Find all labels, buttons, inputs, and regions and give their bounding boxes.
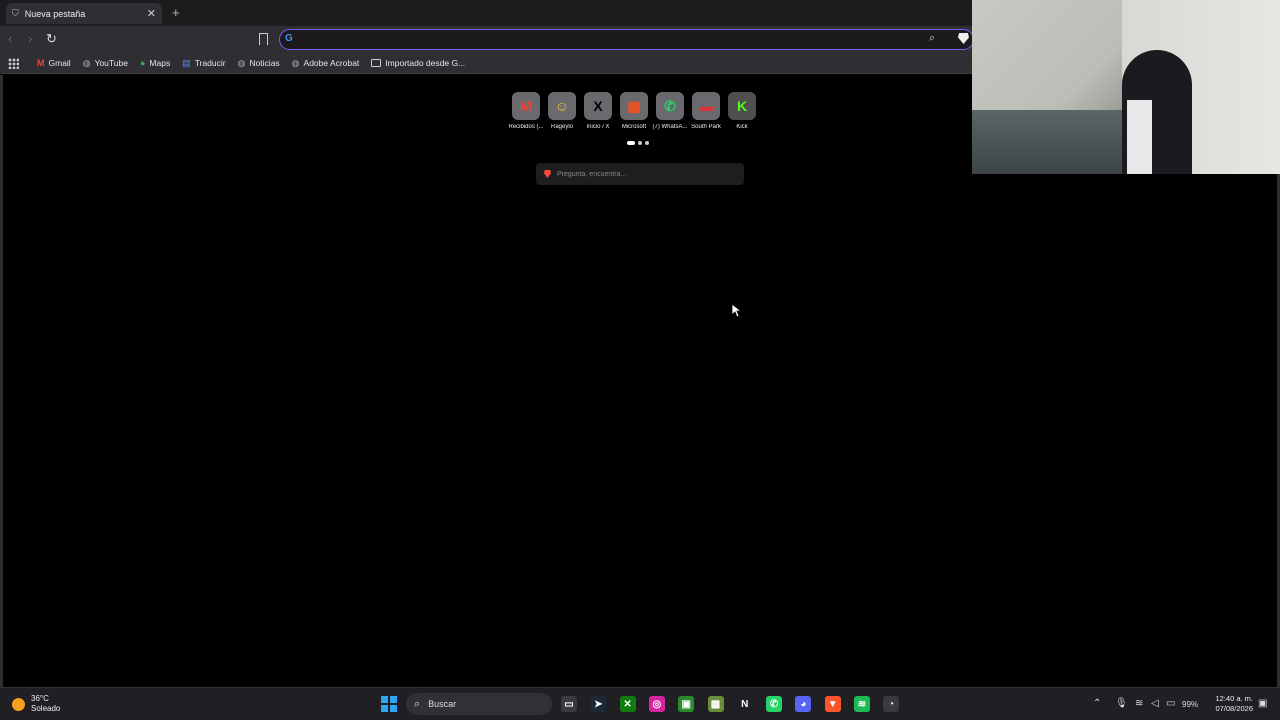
- system-clock[interactable]: 12:40 a. m. 07/08/2026: [1205, 694, 1253, 714]
- windows-taskbar: [0, 687, 1280, 720]
- tab-nueva-pestana[interactable]: ⛉ Nueva pestaña ✕: [6, 3, 162, 24]
- xbox-app-icon[interactable]: ▣: [678, 696, 695, 712]
- top-site-icon: X: [584, 92, 612, 120]
- weather-desc: Soleado: [31, 704, 61, 713]
- search-placeholder: Pregunta, encuentra...: [557, 170, 627, 178]
- sun-icon: [12, 697, 25, 711]
- brave-icon[interactable]: ▼: [824, 696, 841, 712]
- top-site-label: Inicio / X: [586, 124, 610, 130]
- bookmark-adobe-acrobat[interactable]: ◍ Adobe Acrobat: [292, 58, 360, 69]
- top-site-icon: ▦: [620, 92, 648, 120]
- windows-start-icon[interactable]: [381, 696, 397, 712]
- clock-date: 07/08/2026: [1215, 704, 1253, 713]
- discord-icon[interactable]: ◕: [795, 696, 812, 712]
- top-sites: M Recibidos (... ☺ Rageylo X Inicio / X ▦ Micro…: [508, 92, 756, 130]
- search-icon: ⌕: [414, 697, 421, 710]
- top-site-tile[interactable]: K Kick: [728, 92, 756, 130]
- bookmark-youtube[interactable]: ◍ YouTube: [83, 58, 128, 69]
- weather-temp: 36°C: [31, 694, 49, 703]
- mouse-cursor-icon: [731, 303, 743, 323]
- wifi-icon[interactable]: ≋: [1135, 698, 1143, 709]
- chevron-up-icon[interactable]: ⌃: [1093, 698, 1101, 709]
- bookmark-icon[interactable]: [259, 33, 268, 45]
- netflix-icon[interactable]: N: [736, 696, 753, 712]
- top-site-label: Microsoft: [621, 124, 647, 130]
- chrome-icon[interactable]: ◔: [883, 696, 900, 712]
- reload-button[interactable]: ↻: [46, 31, 57, 47]
- page-dot-active[interactable]: [627, 141, 635, 145]
- spotify-icon[interactable]: ≋: [854, 696, 870, 712]
- google-icon: G: [285, 33, 293, 44]
- steam-icon[interactable]: ➤: [590, 696, 607, 712]
- battery-icon[interactable]: ▭: [1166, 698, 1175, 709]
- tab-title: Nueva pestaña: [24, 8, 86, 19]
- forward-button[interactable]: ›: [28, 31, 32, 46]
- bookmark-label: Gmail: [48, 58, 71, 68]
- top-site-tile[interactable]: ▦ Microsoft: [620, 92, 648, 130]
- folder-icon: [371, 59, 382, 67]
- top-site-tile[interactable]: ✆ (7) WhatsA...: [652, 92, 688, 130]
- top-site-tile[interactable]: ☺ Rageylo: [548, 92, 576, 130]
- battery-percent: 99%: [1182, 700, 1199, 709]
- clock-time: 12:40 a. m.: [1215, 694, 1253, 703]
- taskbar-search-label: Buscar: [428, 699, 457, 709]
- top-site-tile[interactable]: M Recibidos (...: [508, 92, 544, 130]
- taskbar-search[interactable]: ⌕ Buscar: [406, 693, 552, 715]
- whatsapp-icon[interactable]: ✆: [766, 696, 783, 712]
- bookmark-gmail[interactable]: M Gmail: [37, 58, 71, 68]
- apps-grid-icon[interactable]: [8, 57, 19, 69]
- top-site-icon: ☺: [548, 92, 576, 120]
- webcam-shirt: [1127, 100, 1152, 174]
- microphone-icon[interactable]: 🎙: [1115, 698, 1128, 709]
- top-site-icon: ▬: [692, 92, 720, 120]
- bookmark-label: Noticias: [249, 58, 280, 68]
- new-tab-button[interactable]: +: [172, 5, 180, 20]
- xbox-icon[interactable]: ✕: [619, 696, 636, 712]
- globe-icon: ◍: [82, 57, 91, 68]
- zoom-icon[interactable]: ⌕: [929, 32, 935, 45]
- bookmark-label: Adobe Acrobat: [303, 58, 360, 68]
- top-site-label: Kick: [736, 124, 748, 130]
- bookmark-label: Importado desde G...: [385, 58, 466, 68]
- weather-widget[interactable]: 36°C Soleado: [12, 694, 60, 714]
- translate-icon: ▤: [182, 57, 191, 68]
- bookmark-label: Maps: [149, 58, 171, 68]
- brave-logo-icon: [544, 170, 551, 178]
- top-site-label: (7) WhatsA...: [652, 124, 688, 130]
- maps-icon: ●: [139, 58, 146, 68]
- file-explorer-icon[interactable]: ▭: [561, 696, 577, 712]
- top-site-icon: ✆: [656, 92, 684, 120]
- bookmark-noticias[interactable]: ◍ Noticias: [238, 58, 280, 69]
- top-site-icon: M: [512, 92, 540, 120]
- globe-icon: ◍: [291, 57, 300, 68]
- webcam-desk: [972, 110, 1142, 174]
- bookmark-folder-importado[interactable]: Importado desde G...: [371, 58, 465, 68]
- top-sites-pagination: [627, 141, 649, 145]
- top-site-label: Recibidos (...: [508, 124, 544, 130]
- back-button[interactable]: ‹: [8, 31, 12, 46]
- page-dot[interactable]: [645, 141, 649, 145]
- newtab-search-box[interactable]: Pregunta, encuentra...: [536, 163, 744, 185]
- bookmark-label: Traducir: [194, 58, 226, 68]
- globe-icon: ◍: [237, 57, 246, 68]
- top-site-tile[interactable]: X Inicio / X: [584, 92, 612, 130]
- top-site-tile[interactable]: ▬ South Park: [691, 92, 721, 130]
- notification-icon[interactable]: ▣: [1258, 698, 1267, 709]
- top-site-label: South Park: [691, 124, 721, 130]
- volume-icon[interactable]: ◁: [1151, 698, 1159, 709]
- address-bar[interactable]: [279, 29, 974, 50]
- page-dot[interactable]: [638, 141, 642, 145]
- close-icon[interactable]: ✕: [147, 7, 156, 20]
- bookmark-traducir[interactable]: ▤ Traducir: [182, 58, 225, 69]
- top-site-icon: K: [728, 92, 756, 120]
- shield-icon: ⛉: [12, 8, 19, 18]
- minecraft-icon[interactable]: ▩: [707, 696, 724, 712]
- webcam-overlay: [972, 0, 1280, 174]
- bookmark-label: YouTube: [94, 58, 128, 68]
- bookmark-maps[interactable]: ● Maps: [140, 58, 170, 68]
- top-site-label: Rageylo: [550, 124, 573, 130]
- gmail-icon: M: [37, 58, 45, 68]
- instagram-icon[interactable]: ◎: [648, 696, 665, 712]
